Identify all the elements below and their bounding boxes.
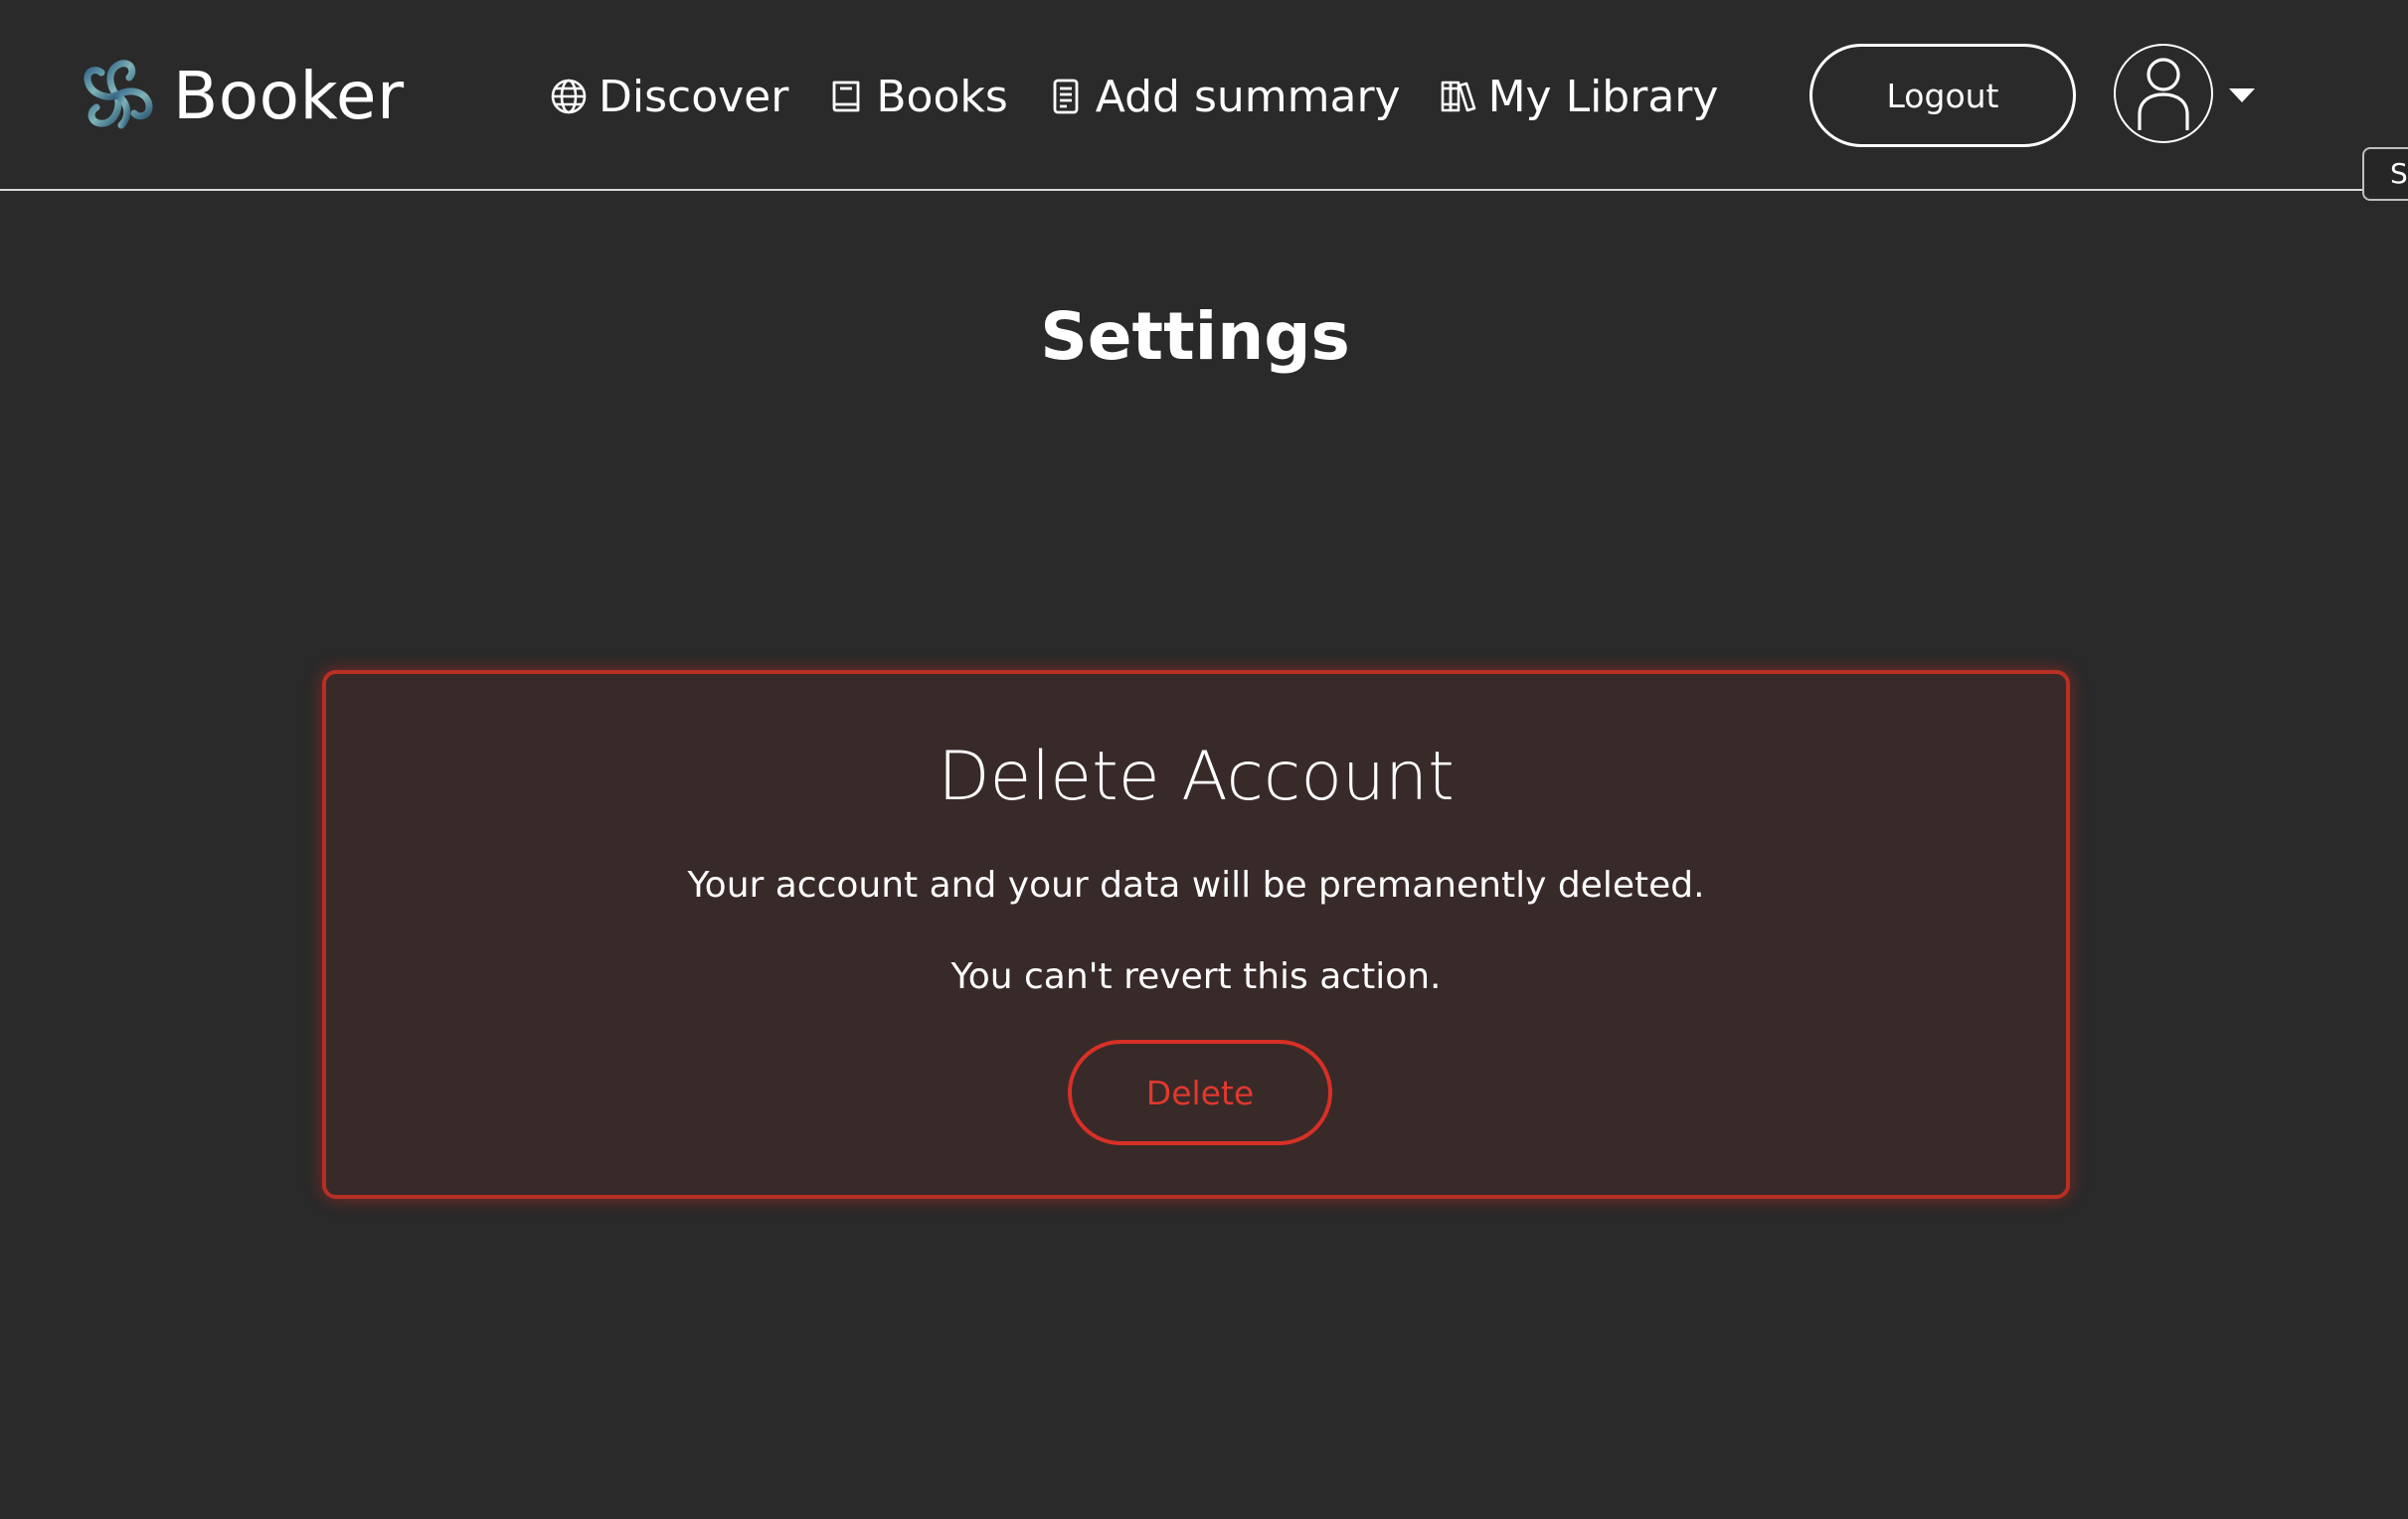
user-icon xyxy=(2138,58,2189,130)
booker-logo-icon xyxy=(84,60,153,129)
nav-item-label: Discover xyxy=(599,71,789,122)
delete-warning-text: Your account and your data will be prema… xyxy=(687,865,1705,906)
nav-item-label: Books xyxy=(876,71,1008,122)
delete-irreversible-text: You can't revert this action. xyxy=(950,956,1442,997)
delete-account-title: Delete Account xyxy=(938,738,1455,816)
nav-item-add-summary[interactable]: Add summary xyxy=(1046,72,1401,122)
library-icon xyxy=(1441,81,1475,112)
delete-account-button[interactable]: Delete xyxy=(1068,1040,1332,1145)
brand-link[interactable]: Booker xyxy=(78,52,405,139)
nav-item-books[interactable]: Books xyxy=(826,71,1008,122)
top-navbar: Booker Discover Books Add summary My Lib… xyxy=(0,0,2408,201)
delete-account-card: Delete Account Your account and your dat… xyxy=(322,670,2070,1199)
user-avatar[interactable] xyxy=(2114,44,2213,143)
side-tab[interactable]: S xyxy=(2362,147,2408,201)
nav-item-my-library[interactable]: My Library xyxy=(1439,71,1719,122)
brand-name: Booker xyxy=(173,57,405,134)
nav-item-label: My Library xyxy=(1487,71,1719,122)
book-icon xyxy=(832,81,860,112)
globe-icon xyxy=(551,79,587,114)
logout-button[interactable]: Logout xyxy=(1809,44,2076,147)
page-title: Settings xyxy=(1040,298,1350,375)
main-nav: Discover Books Add summary My Library xyxy=(549,62,1718,131)
document-icon xyxy=(1053,79,1079,114)
nav-item-discover[interactable]: Discover xyxy=(549,72,788,122)
caret-down-icon[interactable] xyxy=(2227,85,2257,105)
nav-item-label: Add summary xyxy=(1095,71,1401,122)
